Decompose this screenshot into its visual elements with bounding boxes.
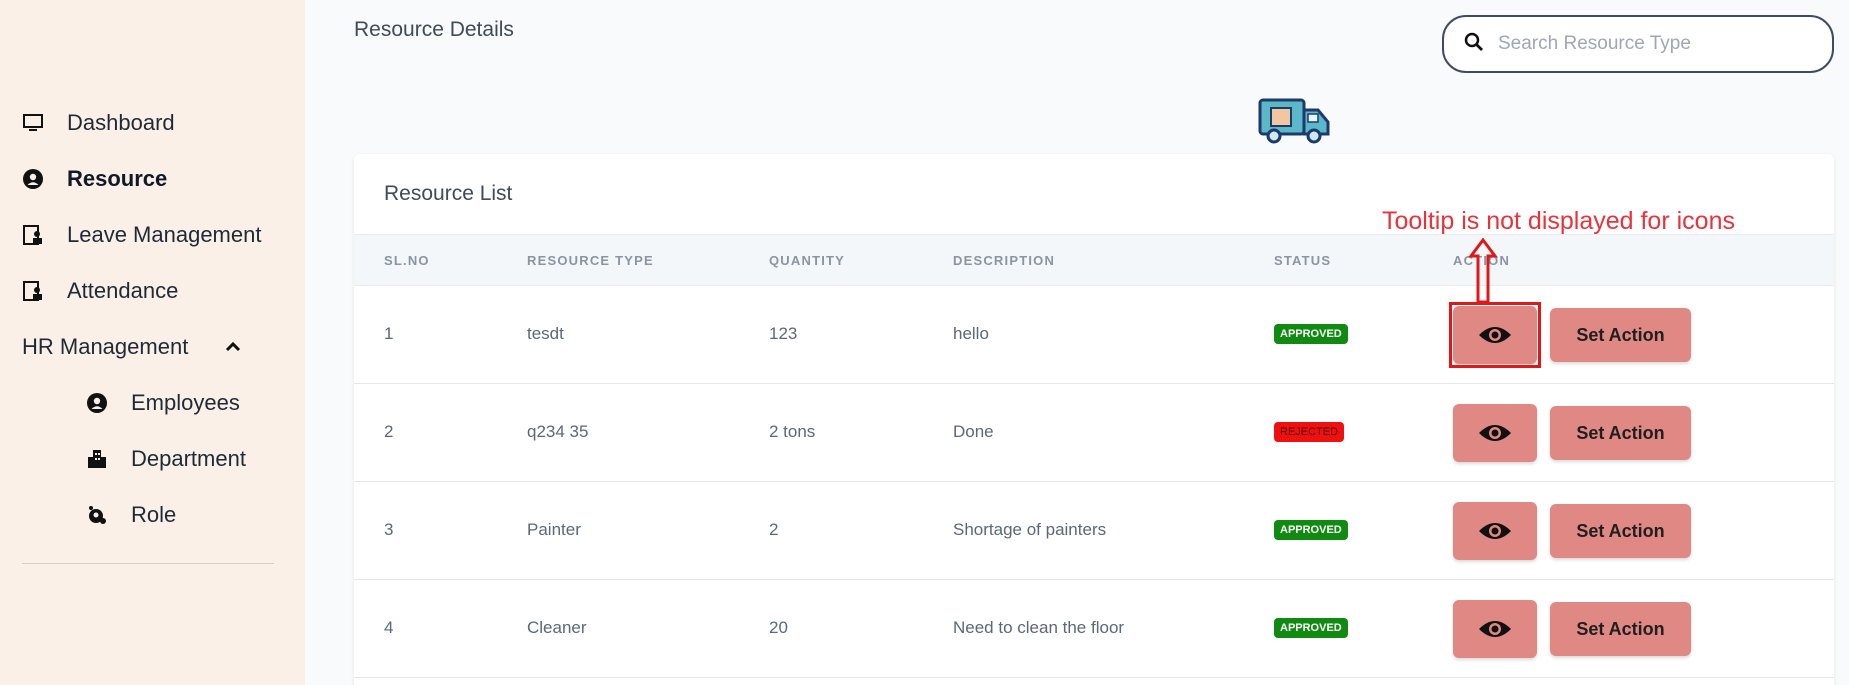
- sidebar-item-dashboard[interactable]: Dashboard: [22, 110, 175, 136]
- sidebar-item-label: Resource: [67, 166, 168, 191]
- search-box[interactable]: [1442, 15, 1834, 73]
- cell-quantity: 123: [769, 324, 798, 343]
- cell-quantity: 2: [769, 520, 779, 539]
- sidebar-item-label: Dashboard: [67, 110, 175, 135]
- id-card-icon: [22, 280, 44, 302]
- sidebar-item-department[interactable]: Department: [86, 446, 246, 472]
- cell-resource-type: Cleaner: [527, 618, 587, 637]
- sidebar-item-leave-management[interactable]: Leave Management: [22, 222, 261, 248]
- eye-icon: [1479, 523, 1511, 539]
- sidebar-item-label: Attendance: [67, 278, 179, 303]
- truck-icon: [1258, 96, 1332, 146]
- eye-icon: [1479, 425, 1511, 441]
- cell-slno: 3: [384, 520, 394, 539]
- search-input[interactable]: [1498, 33, 1818, 55]
- building-icon: [86, 448, 108, 470]
- set-action-button[interactable]: Set Action: [1550, 504, 1691, 558]
- cell-resource-type: tesdt: [527, 324, 564, 343]
- role-icon: [86, 504, 108, 526]
- cell-resource-type: Painter: [527, 520, 581, 539]
- cell-description: Shortage of painters: [953, 520, 1107, 539]
- set-action-button[interactable]: Set Action: [1550, 602, 1691, 656]
- cell-description: Need to clean the floor: [953, 618, 1125, 637]
- cell-slno: 4: [384, 618, 394, 637]
- page-title: Resource Details: [354, 18, 514, 41]
- sidebar-item-attendance[interactable]: Attendance: [22, 278, 178, 304]
- card-title: Resource List: [384, 182, 513, 205]
- view-button[interactable]: [1453, 600, 1537, 658]
- chevron-up-icon[interactable]: [224, 338, 242, 356]
- column-header: SL.NO: [384, 253, 430, 268]
- sidebar-item-resource[interactable]: Resource: [22, 166, 167, 192]
- cell-quantity: 2 tons: [769, 422, 816, 441]
- sidebar-group-hr-management[interactable]: HR Management: [22, 334, 242, 360]
- status-badge: APPROVED: [1274, 520, 1348, 540]
- monitor-icon: [22, 112, 44, 134]
- view-button[interactable]: [1453, 502, 1537, 560]
- status-badge: REJECTED: [1274, 422, 1345, 442]
- cell-resource-type: q234 35: [527, 422, 589, 441]
- sidebar-item-label: Department: [131, 446, 246, 471]
- search-icon: [1464, 32, 1484, 57]
- table-row: 4 Cleaner 20 Need to clean the floor APP…: [354, 580, 1834, 678]
- sidebar: Dashboard Resource Leave Management Atte…: [0, 0, 305, 685]
- table-row: 3 Painter 2 Shortage of painters APPROVE…: [354, 482, 1834, 580]
- status-badge: APPROVED: [1274, 324, 1348, 344]
- column-header: RESOURCE TYPE: [527, 253, 654, 268]
- set-action-button[interactable]: Set Action: [1550, 308, 1691, 362]
- eye-icon: [1479, 621, 1511, 637]
- user-circle-icon: [86, 392, 108, 414]
- column-header: DESCRIPTION: [953, 253, 1056, 268]
- column-header: STATUS: [1274, 253, 1332, 268]
- set-action-button[interactable]: Set Action: [1550, 406, 1691, 460]
- sidebar-item-label: Role: [131, 502, 177, 527]
- table-header: SL.NO RESOURCE TYPE QUANTITY DESCRIPTION…: [354, 234, 1834, 286]
- table-row: 2 q234 35 2 tons Done REJECTED Set Actio…: [354, 384, 1834, 482]
- sidebar-item-role[interactable]: Role: [86, 502, 176, 528]
- view-button[interactable]: [1453, 404, 1537, 462]
- status-badge: APPROVED: [1274, 618, 1348, 638]
- cell-description: Done: [953, 422, 994, 441]
- annotation-highlight-box: [1449, 302, 1541, 368]
- sidebar-divider: [22, 563, 274, 564]
- cell-slno: 1: [384, 324, 394, 343]
- cell-description: hello: [953, 324, 989, 343]
- sidebar-item-label: Leave Management: [67, 222, 262, 247]
- annotation-arrow-icon: [1468, 238, 1498, 304]
- cell-slno: 2: [384, 422, 394, 441]
- column-header: QUANTITY: [769, 253, 846, 268]
- sidebar-item-label: Employees: [131, 390, 240, 415]
- cell-quantity: 20: [769, 618, 788, 637]
- table-row: 1 tesdt 123 hello APPROVED Set Action: [354, 286, 1834, 384]
- user-circle-icon: [22, 168, 44, 190]
- id-card-icon: [22, 224, 44, 246]
- sidebar-item-employees[interactable]: Employees: [86, 390, 240, 416]
- sidebar-item-label: HR Management: [22, 334, 189, 359]
- annotation-text: Tooltip is not displayed for icons: [1382, 207, 1735, 235]
